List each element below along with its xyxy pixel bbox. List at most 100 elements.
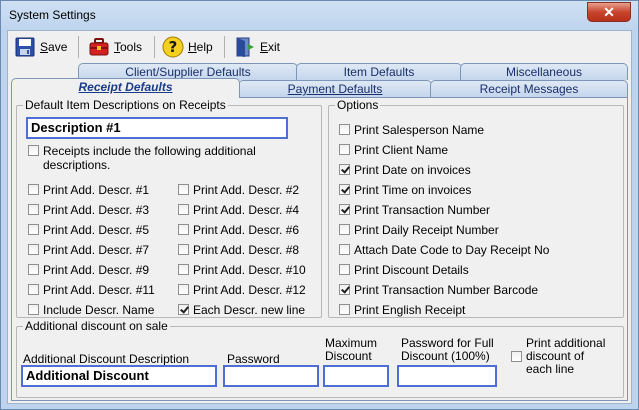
checkbox-label: Each Descr. new line — [193, 303, 306, 317]
checkbox-box — [339, 124, 350, 135]
checkbox-label: Print Add. Descr. #3 — [43, 203, 150, 217]
checkbox-label: Print Add. Descr. #6 — [193, 223, 300, 237]
checkbox-label: Include Descr. Name — [43, 303, 155, 317]
checkbox-box — [28, 264, 39, 275]
print-additional-discount-checkbox[interactable]: Print additional discount of each line — [511, 337, 605, 376]
checkbox-box — [339, 144, 350, 155]
print-add-descr-5-checkbox[interactable]: Print Add. Descr. #5 — [28, 223, 149, 237]
tab-payment-defaults[interactable]: Payment Defaults — [238, 80, 432, 97]
tab-receipt-messages[interactable]: Receipt Messages — [430, 80, 628, 97]
group-title: Options — [335, 98, 381, 112]
print-add-descr-8-checkbox[interactable]: Print Add. Descr. #8 — [178, 243, 299, 257]
tools-label: Tools — [114, 40, 143, 54]
print-add-descr-10-checkbox[interactable]: Print Add. Descr. #10 — [178, 263, 306, 277]
checkbox-box — [178, 304, 189, 315]
tab-receipt-defaults[interactable]: Receipt Defaults — [11, 78, 240, 98]
print-transaction-number-checkbox[interactable]: Print Transaction Number — [339, 203, 490, 217]
print-add-descr-1-checkbox[interactable]: Print Add. Descr. #1 — [28, 183, 149, 197]
toolbox-icon — [88, 36, 110, 58]
help-button[interactable]: ? Help — [162, 34, 213, 60]
print-add-descr-6-checkbox[interactable]: Print Add. Descr. #6 — [178, 223, 299, 237]
save-icon — [14, 36, 36, 58]
checkbox-box — [178, 244, 189, 255]
default-item-descriptions-group: Default Item Descriptions on Receipts De… — [16, 98, 322, 318]
print-salesperson-name-checkbox[interactable]: Print Salesperson Name — [339, 123, 484, 137]
checkbox-label: Print Discount Details — [354, 263, 469, 277]
include-descr-name-checkbox[interactable]: Include Descr. Name — [28, 303, 154, 317]
checkbox-box — [339, 164, 350, 175]
checkbox-label: Print Add. Descr. #1 — [43, 183, 150, 197]
svg-text:?: ? — [169, 38, 178, 56]
password-label: Password — [227, 352, 280, 366]
toolbar-separator — [78, 36, 79, 58]
exit-button[interactable]: Exit — [234, 34, 280, 60]
checkbox-box — [28, 184, 39, 195]
checkbox-box — [178, 264, 189, 275]
checkbox-label: Print Time on invoices — [354, 183, 472, 197]
receipt-defaults-panel: Default Item Descriptions on Receipts De… — [11, 97, 628, 401]
checkbox-label: Print Add. Descr. #8 — [193, 243, 300, 257]
checkbox-label: Print Add. Descr. #12 — [193, 283, 306, 297]
print-add-descr-7-checkbox[interactable]: Print Add. Descr. #7 — [28, 243, 149, 257]
checkbox-box — [178, 284, 189, 295]
print-discount-details-checkbox[interactable]: Print Discount Details — [339, 263, 469, 277]
checkbox-label: Print English Receipt — [354, 303, 466, 317]
checkbox-box — [28, 284, 39, 295]
title-bar: System Settings ✕ — [1, 1, 638, 30]
print-add-descr-9-checkbox[interactable]: Print Add. Descr. #9 — [28, 263, 149, 277]
include-additional-checkbox[interactable]: Receipts include the following additiona… — [28, 144, 256, 172]
checkbox-box — [339, 204, 350, 215]
checkbox-box — [178, 184, 189, 195]
checkbox-box — [339, 264, 350, 275]
group-title: Default Item Descriptions on Receipts — [23, 98, 228, 112]
checkbox-label: Print Add. Descr. #7 — [43, 243, 150, 257]
toolbar-separator — [224, 36, 225, 58]
checkbox-label: Print Date on invoices — [354, 163, 471, 177]
save-label: Save — [40, 40, 68, 54]
checkbox-label: Print Add. Descr. #11 — [43, 283, 155, 297]
maximum-discount-field[interactable] — [323, 365, 389, 387]
print-date-on-invoices-checkbox[interactable]: Print Date on invoices — [339, 163, 471, 177]
exit-label: Exit — [260, 40, 281, 54]
checkbox-label: Attach Date Code to Day Receipt No — [354, 243, 550, 257]
print-client-name-checkbox[interactable]: Print Client Name — [339, 143, 448, 157]
print-add-descr-2-checkbox[interactable]: Print Add. Descr. #2 — [178, 183, 299, 197]
print-add-descr-4-checkbox[interactable]: Print Add. Descr. #4 — [178, 203, 299, 217]
tools-button[interactable]: Tools — [88, 34, 142, 60]
additional-discount-description-field[interactable]: Additional Discount — [21, 365, 217, 387]
checkbox-box — [28, 204, 39, 215]
checkbox-label: Print Add. Descr. #9 — [43, 263, 150, 277]
additional-discount-group: Additional discount on sale Additional D… — [16, 319, 624, 398]
additional-discount-description-label: Additional Discount Description — [23, 352, 190, 366]
maximum-discount-label: Maximum Discount — [325, 336, 378, 363]
description-field[interactable]: Description #1 — [26, 117, 288, 139]
save-button[interactable]: Save — [14, 34, 67, 60]
print-daily-receipt-number-checkbox[interactable]: Print Daily Receipt Number — [339, 223, 499, 237]
print-english-receipt-checkbox[interactable]: Print English Receipt — [339, 303, 465, 317]
full-discount-password-field[interactable] — [397, 365, 497, 387]
print-add-descr-12-checkbox[interactable]: Print Add. Descr. #12 — [178, 283, 306, 297]
tab-miscellaneous[interactable]: Miscellaneous — [460, 63, 628, 80]
checkbox-box — [339, 284, 350, 295]
checkbox-box — [339, 304, 350, 315]
options-group: Options Print Salesperson Name Print Clie… — [328, 98, 624, 318]
each-descr-new-line-checkbox[interactable]: Each Descr. new line — [178, 303, 305, 317]
print-add-descr-3-checkbox[interactable]: Print Add. Descr. #3 — [28, 203, 149, 217]
close-button[interactable]: ✕ — [587, 2, 631, 22]
print-time-on-invoices-checkbox[interactable]: Print Time on invoices — [339, 183, 471, 197]
checkbox-box — [28, 304, 39, 315]
checkbox-box — [339, 184, 350, 195]
attach-date-code-to-day-receipt-no-checkbox[interactable]: Attach Date Code to Day Receipt No — [339, 243, 549, 257]
checkbox-label: Print Add. Descr. #10 — [193, 263, 306, 277]
tab-item-defaults[interactable]: Item Defaults — [296, 63, 462, 80]
full-discount-password-label: Password for Full Discount (100%) — [401, 336, 494, 363]
checkbox-label: Print Add. Descr. #4 — [193, 203, 300, 217]
print-transaction-number-barcode-checkbox[interactable]: Print Transaction Number Barcode — [339, 283, 538, 297]
checkbox-box — [28, 224, 39, 235]
print-add-descr-11-checkbox[interactable]: Print Add. Descr. #11 — [28, 283, 155, 297]
checkbox-label: Print Transaction Number Barcode — [354, 283, 539, 297]
window-client-area: Save Tools ? Help Exit Client/Supplier D… — [7, 30, 632, 404]
checkbox-box — [339, 224, 350, 235]
group-title: Additional discount on sale — [23, 319, 170, 333]
password-field[interactable] — [223, 365, 319, 387]
